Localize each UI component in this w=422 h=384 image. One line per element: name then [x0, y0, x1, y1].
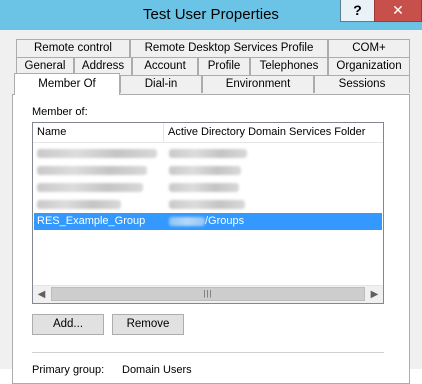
tab-remote-desktop-services-profile[interactable]: Remote Desktop Services Profile [130, 39, 328, 57]
scroll-thumb[interactable]: ||| [51, 287, 365, 301]
list-item[interactable] [34, 196, 382, 213]
redacted-text [37, 182, 143, 192]
separator [32, 352, 384, 353]
member-of-label: Member of: [32, 106, 88, 118]
redacted-text [37, 148, 157, 158]
scroll-right-arrow-icon[interactable]: ▶ [366, 286, 383, 303]
redacted-text [169, 165, 241, 175]
scroll-left-arrow-icon[interactable]: ◀ [33, 286, 50, 303]
tab-environment[interactable]: Environment [202, 75, 314, 93]
list-header: Name Active Directory Domain Services Fo… [33, 123, 383, 143]
tab-sessions[interactable]: Sessions [314, 75, 410, 93]
member-of-list[interactable]: Name Active Directory Domain Services Fo… [32, 122, 384, 304]
column-header-folder[interactable]: Active Directory Domain Services Folder [164, 123, 383, 142]
redacted-text [37, 199, 121, 209]
tab-telephones[interactable]: Telephones [250, 57, 328, 75]
tab-dial-in[interactable]: Dial-in [120, 75, 202, 93]
horizontal-scrollbar[interactable]: ◀ ||| ▶ [33, 285, 383, 303]
redacted-text [37, 165, 147, 175]
group-folder: /Groups [169, 213, 244, 230]
primary-group-value: Domain Users [122, 364, 192, 376]
tab-com-plus[interactable]: COM+ [328, 39, 410, 57]
tab-organization[interactable]: Organization [328, 57, 410, 75]
list-item-selected[interactable]: RES_Example_Group /Groups [34, 213, 382, 230]
remove-button[interactable]: Remove [112, 314, 184, 335]
add-button[interactable]: Add... [32, 314, 104, 335]
list-item[interactable] [34, 145, 382, 162]
primary-group-label: Primary group: [32, 364, 105, 376]
redacted-text [169, 182, 239, 192]
redacted-text [169, 216, 205, 226]
column-header-name[interactable]: Name [33, 123, 164, 142]
tab-account[interactable]: Account [132, 57, 198, 75]
tab-member-of[interactable]: Member Of [14, 73, 120, 95]
redacted-text [169, 148, 247, 158]
close-button[interactable]: ✕ [374, 0, 422, 22]
tab-profile[interactable]: Profile [198, 57, 250, 75]
list-item[interactable] [34, 162, 382, 179]
tab-remote-control[interactable]: Remote control [16, 39, 130, 57]
redacted-text [169, 199, 245, 209]
list-item[interactable] [34, 179, 382, 196]
help-button[interactable]: ? [340, 0, 375, 22]
group-name: RES_Example_Group [37, 215, 146, 227]
